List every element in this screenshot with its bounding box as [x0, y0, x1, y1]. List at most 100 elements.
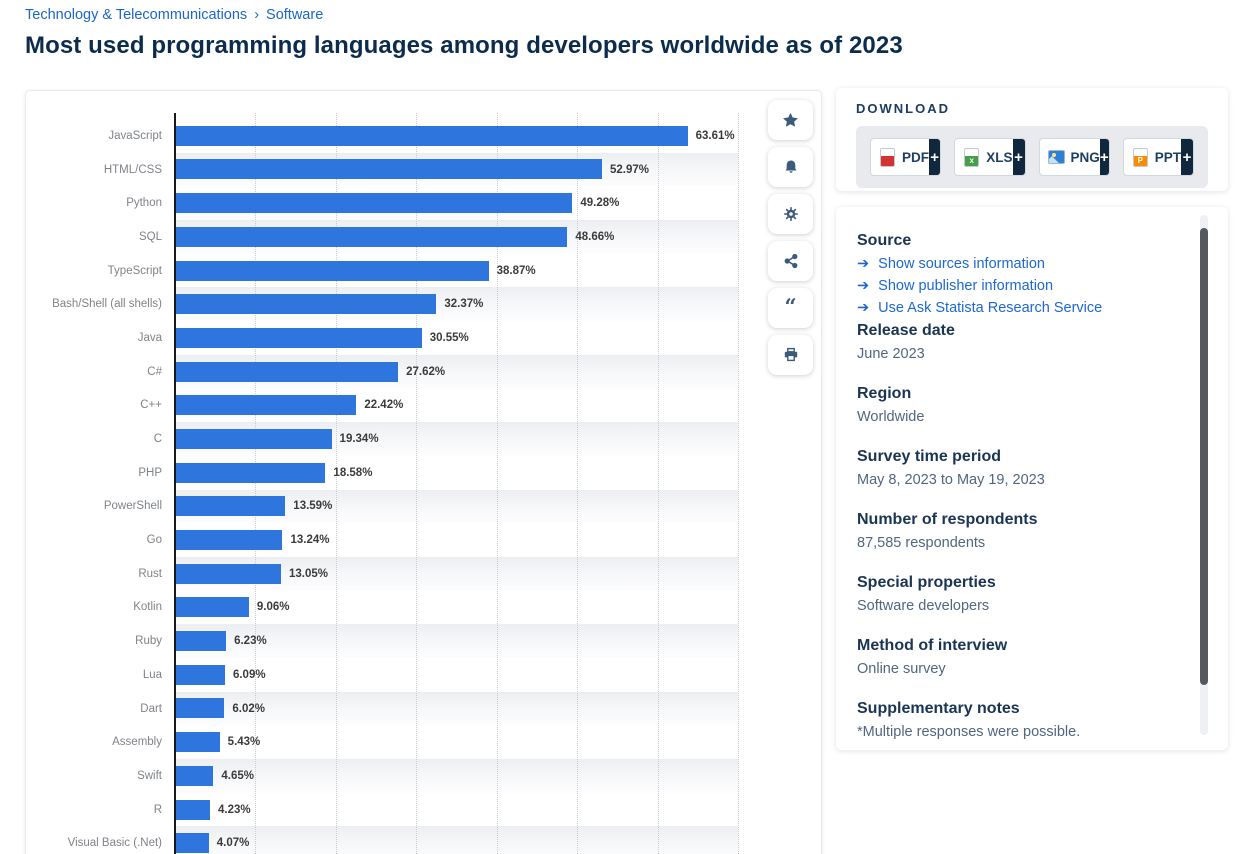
scrollbar-track[interactable]	[1200, 215, 1208, 735]
category-label: C#	[147, 366, 162, 378]
gridline-40-percent	[497, 113, 498, 854]
bar-rust[interactable]	[176, 564, 281, 584]
download-xls-button[interactable]: xXLS+	[954, 138, 1025, 176]
chart-card: JavaScript63.61%HTML/CSS52.97%Python49.2…	[25, 90, 822, 854]
chart-row: Dart6.02%	[175, 692, 738, 726]
scrollbar-thumb[interactable]	[1200, 228, 1208, 685]
bar-value-label: 19.34%	[340, 433, 379, 445]
bar-go[interactable]	[176, 530, 282, 550]
share-icon	[783, 253, 799, 269]
print-button[interactable]	[768, 335, 813, 375]
share-button[interactable]	[768, 241, 813, 281]
chart-row: Lua6.09%	[175, 658, 738, 692]
gridline-70-percent	[738, 113, 739, 854]
download-plus-button[interactable]: +	[1013, 139, 1025, 175]
bar-dart[interactable]	[176, 698, 224, 718]
chart-row: TypeScript38.87%	[175, 254, 738, 288]
bar-c-[interactable]	[176, 395, 356, 415]
page-title: Most used programming languages among de…	[25, 32, 903, 60]
bar-value-label: 6.02%	[232, 703, 265, 715]
bar-value-label: 22.42%	[364, 399, 403, 411]
download-format-label: PDF	[902, 150, 929, 165]
bar-visual-basic-net-[interactable]	[176, 833, 209, 853]
category-label: Kotlin	[133, 601, 162, 613]
detail-label-supplementary-notes: Supplementary notes	[857, 700, 1180, 718]
download-plus-button[interactable]: +	[929, 139, 940, 175]
detail-label-special-properties: Special properties	[857, 574, 1180, 592]
download-plus-button[interactable]: +	[1100, 139, 1109, 175]
details-card: Source ➔Show sources information➔Show pu…	[836, 207, 1228, 750]
bar-value-label: 63.61%	[696, 130, 735, 142]
chart-row: Java30.55%	[175, 321, 738, 355]
download-ppt-button[interactable]: PPPT+	[1123, 138, 1194, 176]
detail-label-survey-time-period: Survey time period	[857, 448, 1180, 466]
chart-row: HTML/CSS52.97%	[175, 153, 738, 187]
bar-powershell[interactable]	[176, 496, 285, 516]
chart-row: PowerShell13.59%	[175, 490, 738, 524]
breadcrumb-category-link[interactable]: Technology & Telecommunications	[25, 7, 247, 23]
download-pdf-button[interactable]: PDF+	[870, 138, 941, 176]
source-link-show-sources-information[interactable]: ➔Show sources information	[857, 256, 1180, 272]
category-label: JavaScript	[108, 130, 162, 142]
download-format-label: PPT	[1155, 150, 1181, 165]
bar-php[interactable]	[176, 463, 325, 483]
source-link-use-ask-statista-research-service[interactable]: ➔Use Ask Statista Research Service	[857, 300, 1180, 316]
png-file-icon	[1048, 150, 1065, 164]
category-label: C	[154, 433, 162, 445]
bar-c[interactable]	[176, 429, 332, 449]
category-label: Swift	[137, 770, 162, 782]
bar-swift[interactable]	[176, 766, 213, 786]
chart-row: Kotlin9.06%	[175, 591, 738, 625]
bar-typescript[interactable]	[176, 261, 489, 281]
chart-row: Swift4.65%	[175, 759, 738, 793]
category-label: Rust	[138, 568, 162, 580]
download-buttons: PDF+xXLS+PNG+PPPT+	[856, 126, 1208, 188]
gridline-50-percent	[577, 113, 578, 854]
bar-sql[interactable]	[176, 227, 567, 247]
detail-value: Software developers	[857, 598, 1180, 614]
bar-r[interactable]	[176, 800, 210, 820]
bar-html-css[interactable]	[176, 159, 602, 179]
bar-value-label: 6.23%	[234, 635, 267, 647]
bar-value-label: 49.28%	[580, 197, 619, 209]
category-label: Lua	[143, 669, 162, 681]
source-link-label: Show publisher information	[878, 278, 1053, 294]
bar-kotlin[interactable]	[176, 597, 249, 617]
favorite-button[interactable]	[768, 100, 813, 140]
breadcrumb: Technology & Telecommunications › Software	[25, 7, 323, 23]
bar-bash-shell-all-shells-[interactable]	[176, 294, 436, 314]
bell-icon	[783, 159, 799, 175]
bar-lua[interactable]	[176, 665, 225, 685]
category-label: SQL	[139, 231, 162, 243]
cite-button[interactable]: “	[768, 288, 813, 328]
chart-plot: JavaScript63.61%HTML/CSS52.97%Python49.2…	[175, 113, 738, 854]
alert-button[interactable]	[768, 147, 813, 187]
bar-java[interactable]	[176, 328, 422, 348]
settings-button[interactable]	[768, 194, 813, 234]
detail-label-number-of-respondents: Number of respondents	[857, 511, 1180, 529]
detail-value: *Multiple responses were possible.	[857, 724, 1180, 740]
chart-row: Assembly5.43%	[175, 725, 738, 759]
detail-label-release-date: Release date	[857, 322, 1180, 340]
breadcrumb-subcategory-link[interactable]: Software	[266, 7, 323, 23]
download-card: DOWNLOAD PDF+xXLS+PNG+PPPT+	[836, 88, 1228, 191]
xls-file-icon: x	[964, 148, 979, 167]
bar-assembly[interactable]	[176, 732, 220, 752]
breadcrumb-separator: ›	[254, 7, 259, 23]
bar-python[interactable]	[176, 193, 572, 213]
bar-c-[interactable]	[176, 362, 398, 382]
bar-ruby[interactable]	[176, 631, 226, 651]
chart-row: R4.23%	[175, 793, 738, 827]
download-plus-button[interactable]: +	[1181, 139, 1193, 175]
bar-value-label: 9.06%	[257, 601, 290, 613]
source-link-show-publisher-information[interactable]: ➔Show publisher information	[857, 278, 1180, 294]
download-png-button[interactable]: PNG+	[1039, 138, 1110, 176]
category-label: Ruby	[135, 635, 162, 647]
bar-value-label: 4.65%	[221, 770, 254, 782]
bar-javascript[interactable]	[176, 126, 688, 146]
bar-value-label: 4.23%	[218, 804, 251, 816]
category-label: PHP	[138, 467, 162, 479]
category-label: Java	[138, 332, 162, 344]
bar-value-label: 38.87%	[497, 265, 536, 277]
star-icon	[782, 112, 799, 128]
